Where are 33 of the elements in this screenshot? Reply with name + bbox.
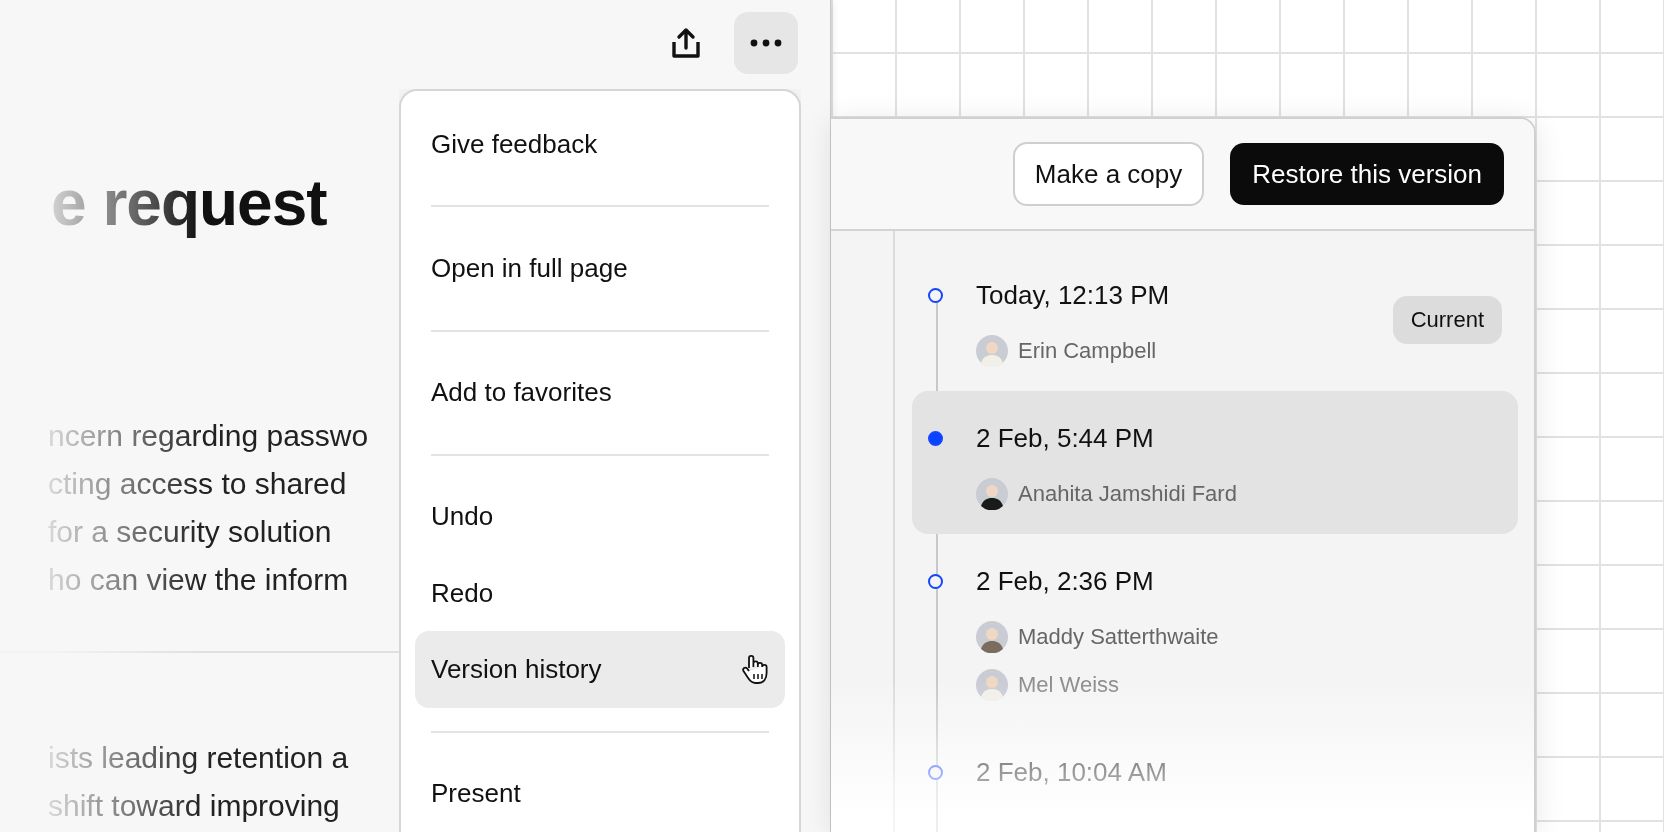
menu-item[interactable]: Open in full page [415, 230, 785, 307]
menu-item[interactable]: Present [415, 755, 785, 832]
more-button[interactable] [734, 12, 798, 74]
menu-item[interactable]: Undo [415, 478, 785, 556]
paragraph-line: ncern regarding passwo [47, 418, 370, 454]
paragraph-line: for a security solution [47, 514, 333, 550]
avatar-icon [976, 335, 1008, 367]
current-badge: Current [1392, 296, 1502, 344]
avatar-icon [976, 621, 1008, 653]
menu-item[interactable]: Add to favorites [415, 354, 785, 431]
menu-item[interactable]: Give feedback [415, 106, 785, 183]
timeline-dot [928, 431, 943, 446]
paragraph-line: cting access to shared [47, 466, 348, 502]
author-name: Mel Weiss [1018, 672, 1120, 698]
version-item[interactable]: 2 Feb, 5:44 PM Anahita Jamshidi Fard [912, 391, 1518, 534]
author-name: Erin Campbell [1018, 338, 1157, 364]
copy-button[interactable]: Make a copy [1012, 142, 1205, 206]
menu-item[interactable]: Redo [415, 555, 785, 632]
document-title: e request [51, 166, 328, 241]
hand-cursor-icon [741, 653, 769, 686]
avatar-icon [976, 669, 1008, 701]
version-time[interactable]: Today, 12:13 PM [976, 278, 1170, 312]
version-time[interactable]: 2 Feb, 2:36 PM [976, 564, 1154, 598]
paragraph-line: shift toward improving [47, 788, 341, 824]
paragraph-line: ho can view the inform [47, 562, 350, 598]
author-name: Anahita Jamshidi Fard [1018, 481, 1237, 507]
paragraph-line: ists leading retention a [47, 740, 350, 776]
author-name: Maddy Satterthwaite [1018, 624, 1219, 650]
avatar-icon [976, 478, 1008, 510]
menu-item[interactable]: Version history [415, 631, 785, 708]
version-time: 2 Feb, 5:44 PM [976, 422, 1154, 455]
more-icon [750, 39, 782, 47]
restore-button[interactable]: Restore this version [1230, 143, 1504, 205]
